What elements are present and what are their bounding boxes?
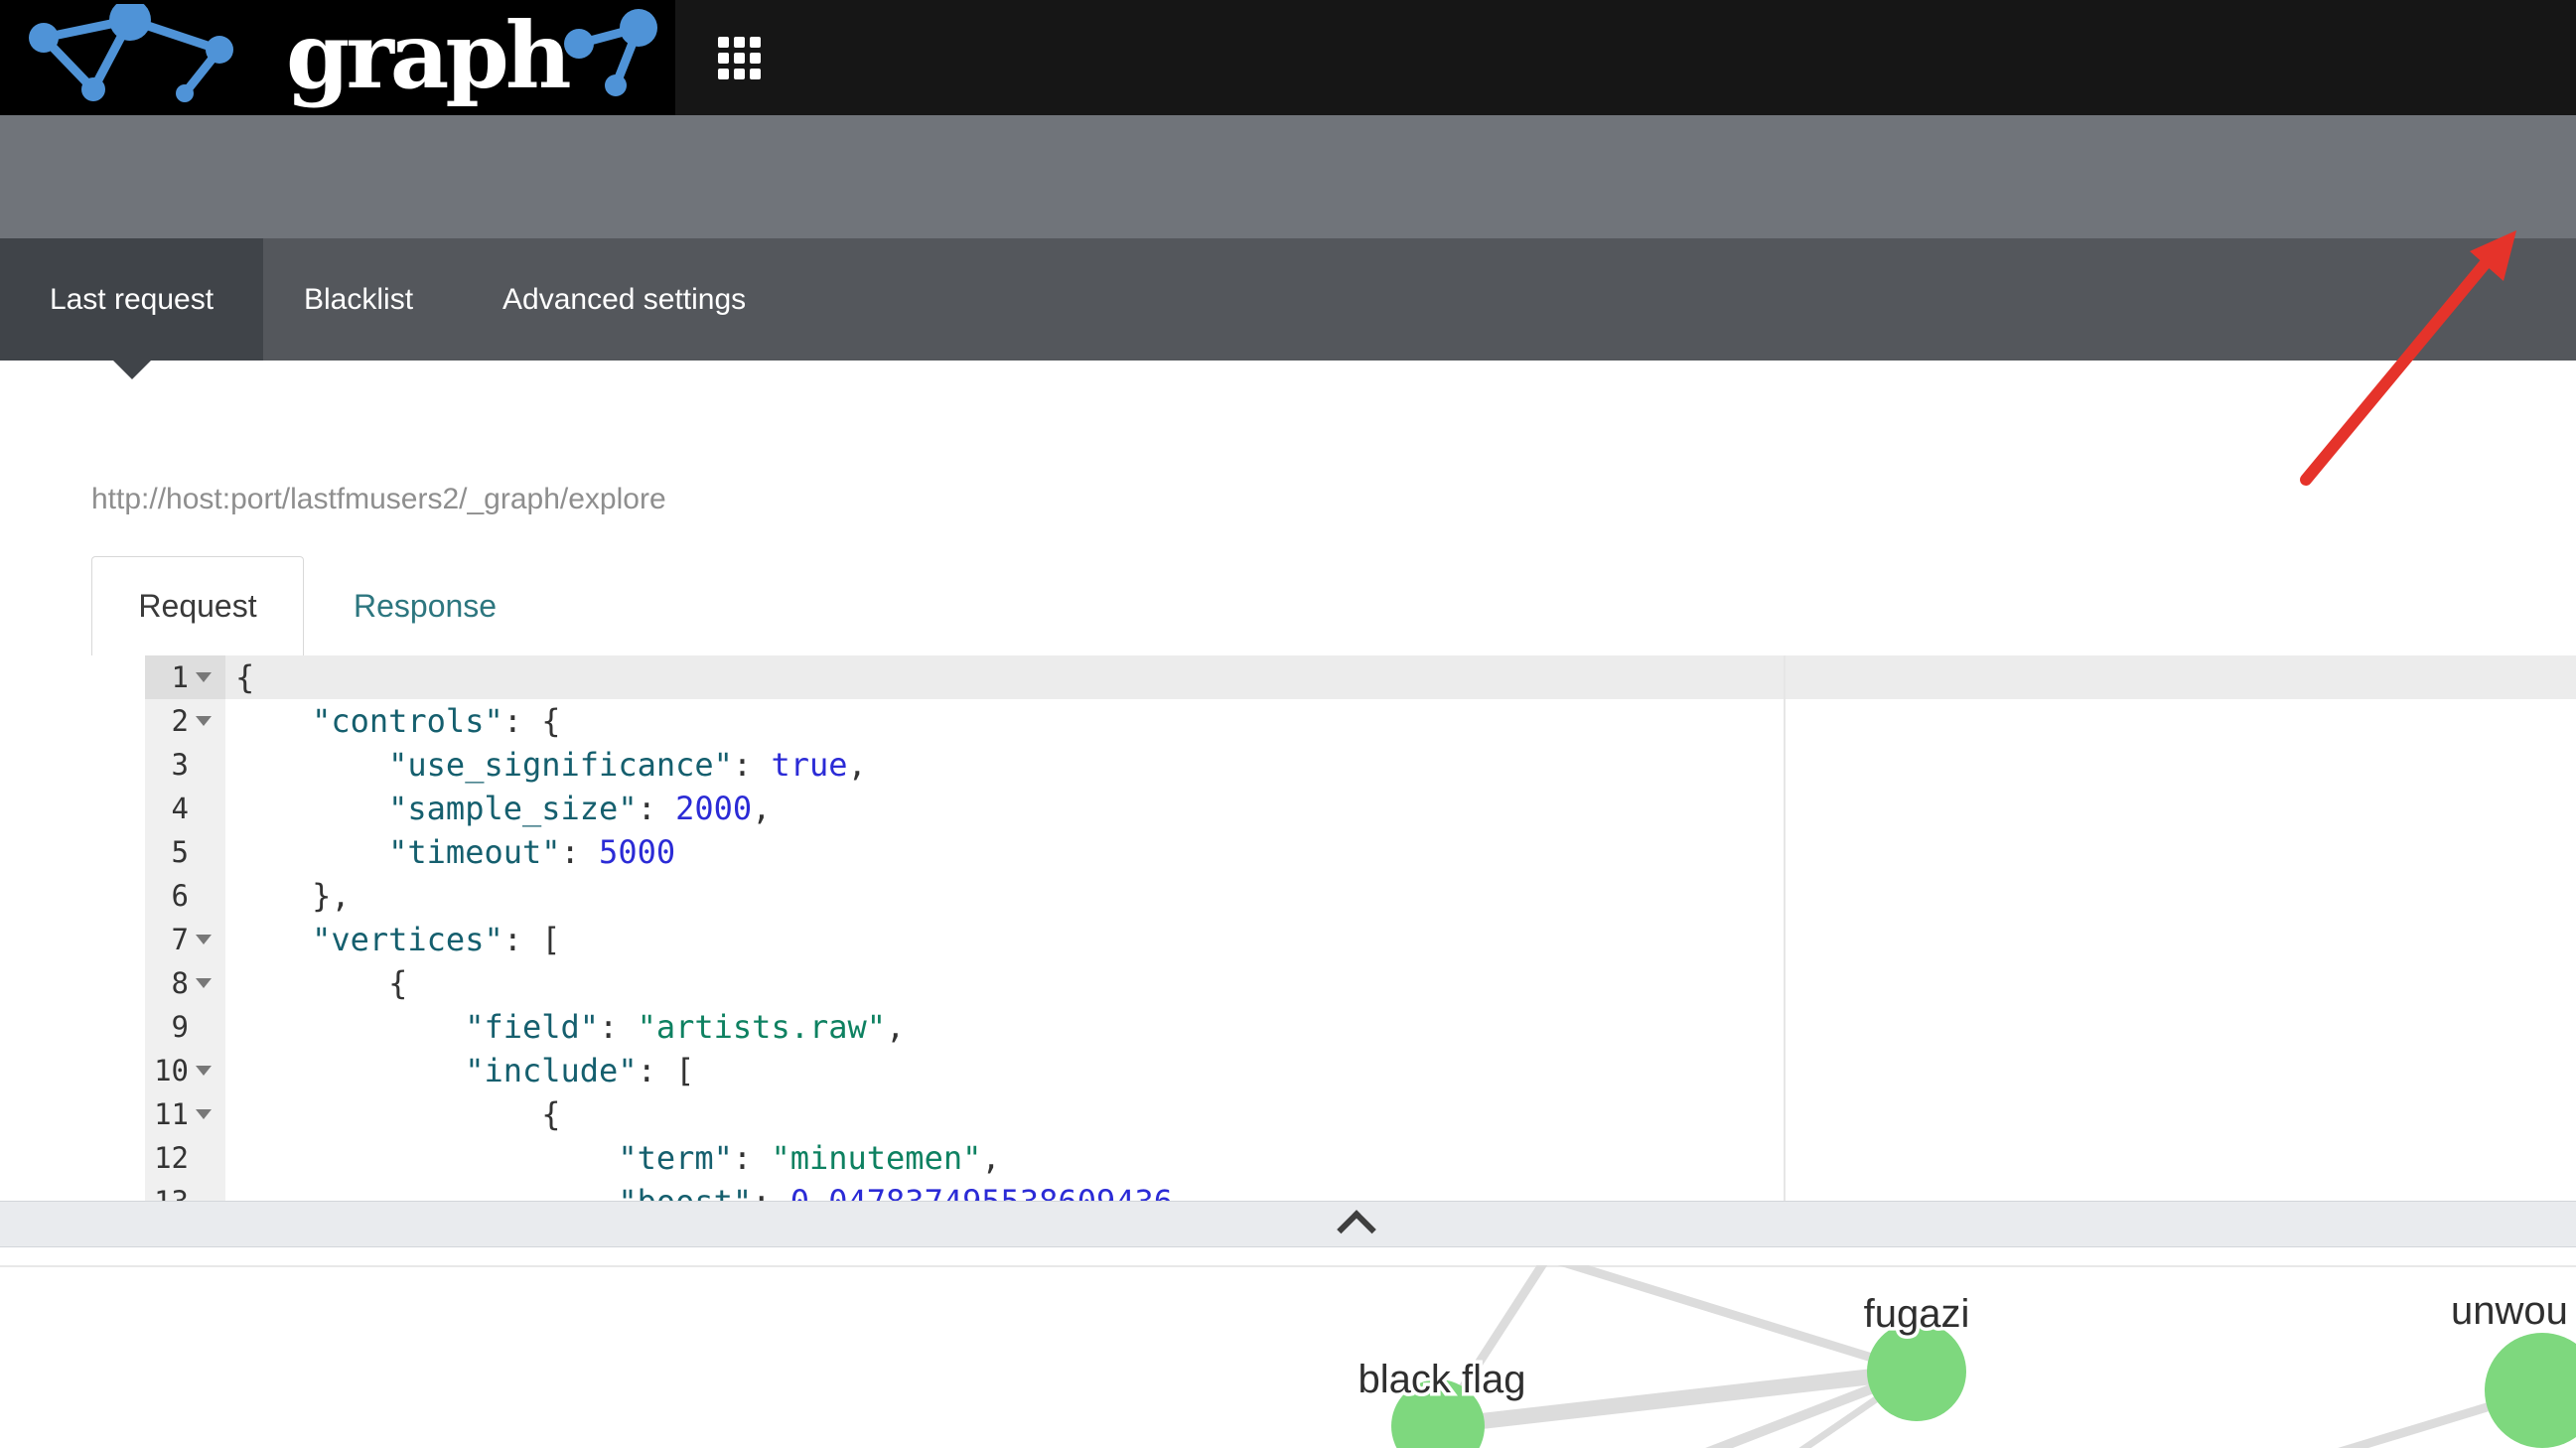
- editor-gutter-cell: 1: [145, 655, 225, 699]
- graph-node[interactable]: [1867, 1322, 1966, 1421]
- editor-line[interactable]: 6 },: [145, 874, 2576, 918]
- editor-line[interactable]: 11 {: [145, 1092, 2576, 1136]
- editor-code-text: "vertices": [: [225, 918, 561, 961]
- fold-arrow-icon[interactable]: [196, 1109, 212, 1119]
- graph-logo-left-cluster-icon: [6, 4, 274, 111]
- editor-gutter-cell: 2: [145, 699, 225, 743]
- editor-gutter-cell: 4: [145, 787, 225, 830]
- request-json-editor[interactable]: 1{2 "controls": {3 "use_significance": t…: [145, 655, 2576, 1201]
- toolbar: lastfmusers2 artists.raw ↺ ↻ + ⊘: [0, 115, 2576, 238]
- graph-logo: graph: [0, 0, 675, 115]
- fold-arrow-icon[interactable]: [196, 716, 212, 726]
- graph-node-label: fugazi: [1864, 1292, 1970, 1336]
- apps-grid-icon[interactable]: [718, 37, 761, 79]
- chevron-up-icon: [1337, 1210, 1376, 1249]
- editor-code-text: },: [225, 874, 351, 918]
- editor-gutter-cell: 5: [145, 830, 225, 874]
- editor-line[interactable]: 10 "include": [: [145, 1049, 2576, 1092]
- editor-code-text: "controls": {: [225, 699, 561, 743]
- editor-print-margin: [1784, 655, 1786, 1201]
- editor-code-text: {: [225, 655, 254, 699]
- top-bar: graph: [0, 0, 2576, 115]
- tab-bar: Last request Blacklist Advanced settings: [0, 238, 2576, 361]
- editor-gutter-cell: 9: [145, 1005, 225, 1049]
- fold-arrow-icon[interactable]: [196, 978, 212, 988]
- editor-gutter-cell: 8: [145, 961, 225, 1005]
- editor-line[interactable]: 12 "term": "minutemen",: [145, 1136, 2576, 1180]
- editor-line[interactable]: 13 "boost": 0.047837495538609436: [145, 1180, 2576, 1201]
- fold-arrow-icon[interactable]: [196, 672, 212, 682]
- editor-gutter-cell: 13: [145, 1180, 225, 1201]
- editor-code-text: {: [225, 961, 407, 1005]
- editor-code-text: "timeout": 5000: [225, 830, 675, 874]
- active-tab-notch: [113, 361, 151, 379]
- editor-lines: 1{2 "controls": {3 "use_significance": t…: [145, 655, 2576, 1201]
- editor-code-text: "field": "artists.raw",: [225, 1005, 905, 1049]
- graph-logo-right-cluster-icon: [544, 4, 673, 109]
- editor-line[interactable]: 7 "vertices": [: [145, 918, 2576, 961]
- editor-gutter-cell: 10: [145, 1049, 225, 1092]
- editor-line[interactable]: 2 "controls": {: [145, 699, 2576, 743]
- editor-line[interactable]: 5 "timeout": 5000: [145, 830, 2576, 874]
- graph-app: graph lastfmusers2 artists.raw: [0, 0, 2576, 1448]
- tab-last-request[interactable]: Last request: [0, 238, 263, 361]
- editor-code-text: "use_significance": true,: [225, 743, 867, 787]
- editor-gutter-cell: 12: [145, 1136, 225, 1180]
- editor-gutter-cell: 7: [145, 918, 225, 961]
- fold-arrow-icon[interactable]: [196, 935, 212, 944]
- graph-workspace[interactable]: black flag fugazi unwou: [0, 1265, 2576, 1448]
- editor-gutter-cell: 11: [145, 1092, 225, 1136]
- editor-line[interactable]: 8 {: [145, 961, 2576, 1005]
- graph-edges: [1438, 1265, 2542, 1448]
- tab-advanced-settings[interactable]: Advanced settings: [502, 238, 746, 361]
- request-url: http://host:port/lastfmusers2/_graph/exp…: [91, 483, 666, 516]
- editor-code-text: "sample_size": 2000,: [225, 787, 771, 830]
- editor-code-text: "boost": 0.047837495538609436: [225, 1180, 1173, 1201]
- subtab-request[interactable]: Request: [91, 556, 304, 655]
- editor-gutter-cell: 3: [145, 743, 225, 787]
- fold-arrow-icon[interactable]: [196, 1066, 212, 1076]
- panel-collapse-bar[interactable]: [0, 1201, 2576, 1247]
- editor-line[interactable]: 3 "use_significance": true,: [145, 743, 2576, 787]
- graph-edge: [1547, 1265, 1917, 1372]
- editor-line[interactable]: 9 "field": "artists.raw",: [145, 1005, 2576, 1049]
- editor-code-text: "include": [: [225, 1049, 694, 1092]
- graph-nodes: [1391, 1322, 2576, 1448]
- tab-blacklist[interactable]: Blacklist: [304, 238, 413, 361]
- editor-code-text: "term": "minutemen",: [225, 1136, 1001, 1180]
- editor-line[interactable]: 4 "sample_size": 2000,: [145, 787, 2576, 830]
- subtab-response[interactable]: Response: [354, 556, 497, 655]
- editor-code-text: {: [225, 1092, 561, 1136]
- graph-node[interactable]: [2485, 1333, 2576, 1448]
- editor-gutter-cell: 6: [145, 874, 225, 918]
- graph-node-label: unwou: [2451, 1289, 2568, 1333]
- editor-line[interactable]: 1{: [145, 655, 2576, 699]
- logo-wordmark: graph: [286, 0, 568, 115]
- graph-node-label: black flag: [1359, 1358, 1526, 1401]
